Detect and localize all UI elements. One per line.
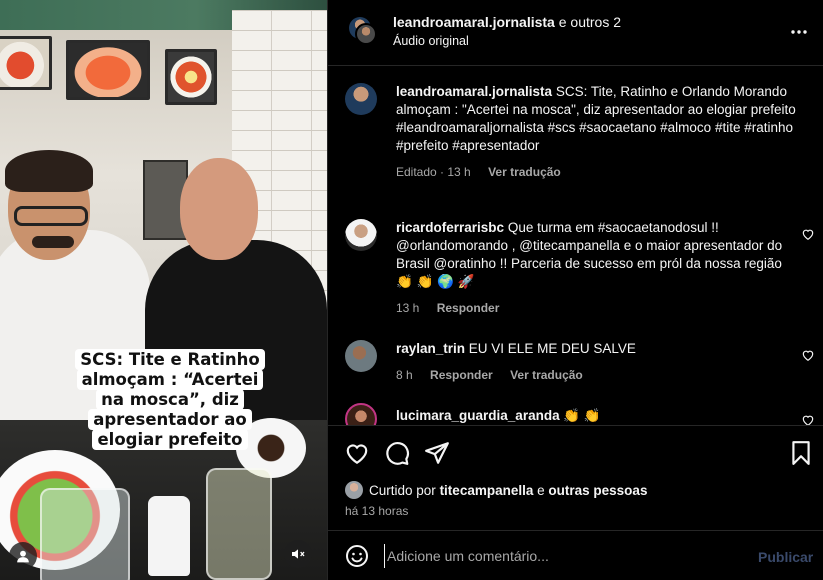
- caption-avatar[interactable]: [345, 83, 377, 115]
- tagged-users-button[interactable]: [9, 542, 37, 570]
- more-options-button[interactable]: [786, 20, 812, 44]
- liked-by-others[interactable]: outras pessoas: [548, 483, 647, 498]
- comment-username[interactable]: lucimara_guardia_aranda: [396, 408, 560, 423]
- heart-icon[interactable]: [344, 440, 370, 466]
- glasses: [14, 206, 88, 226]
- heart-icon[interactable]: [801, 413, 815, 425]
- comment-username[interactable]: ricardoferrarisbc: [396, 220, 504, 235]
- reply-button[interactable]: Responder: [430, 368, 493, 382]
- comments-list[interactable]: leandroamaral.jornalista SCS: Tite, Rati…: [328, 67, 823, 425]
- commenter-avatar[interactable]: [345, 219, 377, 251]
- audio-link[interactable]: Áudio original: [393, 34, 469, 48]
- liked-by-prefix: Curtido por: [369, 483, 436, 498]
- comment-composer: Publicar: [328, 530, 823, 580]
- post-header: leandroamaral.jornalista e outros 2 Áudi…: [328, 0, 823, 66]
- comment-icon[interactable]: [384, 440, 410, 466]
- comment-time: 8 h: [396, 368, 413, 382]
- author-line: leandroamaral.jornalista e outros 2: [393, 14, 621, 30]
- post-time[interactable]: há 13 horas: [345, 504, 408, 518]
- commenter-avatar[interactable]: [345, 340, 377, 372]
- post-actions: Curtido por titecampanella e outras pess…: [328, 425, 823, 530]
- comment-text: 👏 👏: [563, 408, 601, 423]
- video-caption-text: SCS: Tite e Ratinho almoçam : “Acertei n…: [75, 349, 265, 450]
- liked-by-line: Curtido por titecampanella e outras pess…: [369, 483, 647, 498]
- wall-picture: [165, 49, 217, 105]
- heart-icon[interactable]: [801, 227, 815, 241]
- liked-by-and: e: [537, 483, 545, 498]
- see-translation-link[interactable]: Ver tradução: [488, 165, 561, 179]
- coauthors-link[interactable]: e outros 2: [559, 14, 621, 30]
- more-horizontal-icon: [791, 30, 807, 34]
- edited-label: Editado · 13 h: [396, 165, 471, 179]
- liked-by-avatar[interactable]: [345, 481, 363, 499]
- person-right-head: [180, 158, 258, 260]
- send-icon[interactable]: [424, 440, 450, 466]
- mute-button[interactable]: [284, 540, 312, 568]
- comment-time: 13 h: [396, 301, 420, 315]
- emoji-icon[interactable]: [345, 544, 369, 568]
- speaker-muted-icon: [292, 549, 305, 559]
- comment-input[interactable]: [384, 544, 734, 568]
- salt-shaker: [148, 496, 190, 576]
- comment-username[interactable]: raylan_trin: [396, 341, 465, 356]
- author-username[interactable]: leandroamaral.jornalista: [393, 14, 555, 30]
- caption-hashtags[interactable]: #leandroamaraljornalista #scs #saocaetan…: [396, 120, 793, 153]
- juice-glass: [206, 468, 272, 580]
- wall-picture: [0, 36, 52, 90]
- post-panel: leandroamaral.jornalista e outros 2 Áudi…: [327, 0, 823, 580]
- comment-text: EU VI ELE ME DEU SALVE: [468, 341, 636, 356]
- liked-by-user[interactable]: titecampanella: [440, 483, 534, 498]
- publish-button[interactable]: Publicar: [758, 549, 813, 565]
- user-icon: [17, 550, 29, 563]
- commenter-avatar[interactable]: [345, 403, 377, 425]
- reply-button[interactable]: Responder: [437, 301, 500, 315]
- water-glass: [40, 488, 130, 580]
- video-caption-overlay: SCS: Tite e Ratinho almoçam : “Acertei n…: [68, 349, 272, 450]
- heart-icon[interactable]: [801, 348, 815, 362]
- coauthor-avatar[interactable]: [355, 23, 377, 45]
- bookmark-icon[interactable]: [788, 440, 814, 466]
- reel-video[interactable]: SCS: Tite e Ratinho almoçam : “Acertei n…: [0, 0, 327, 580]
- wall-picture: [66, 40, 150, 100]
- person-left-hair: [5, 150, 93, 192]
- caption-username[interactable]: leandroamaral.jornalista: [396, 84, 552, 99]
- see-translation-link[interactable]: Ver tradução: [510, 368, 583, 382]
- mustache: [32, 236, 74, 248]
